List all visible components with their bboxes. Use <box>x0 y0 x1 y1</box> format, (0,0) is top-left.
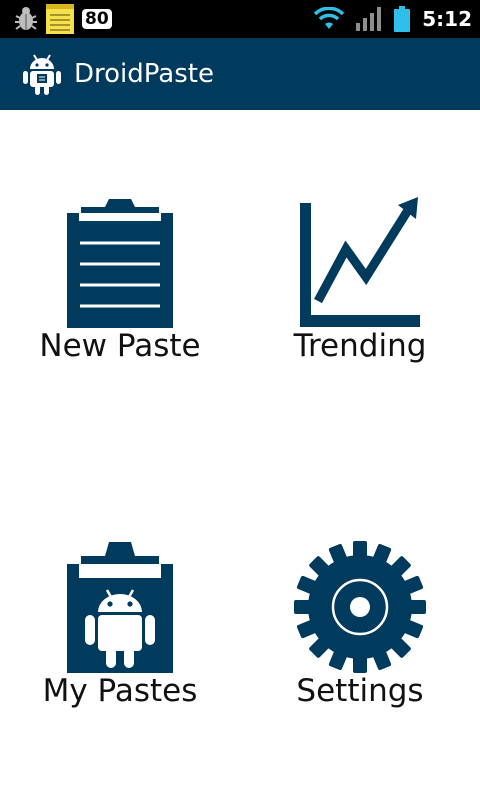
signal-icon <box>356 7 382 31</box>
action-bar: DroidPaste <box>0 38 480 110</box>
clipboard-icon <box>67 199 173 328</box>
status-bar: 80 5:12 <box>0 0 480 38</box>
my-pastes-tile[interactable]: My Pastes <box>20 535 220 735</box>
new-paste-tile[interactable]: New Paste <box>20 190 220 390</box>
new-paste-label: New Paste <box>39 328 201 364</box>
trending-chart-icon <box>300 197 420 327</box>
status-time: 5:12 <box>422 7 472 31</box>
android-clipboard-icon <box>67 542 173 673</box>
battery-icon <box>394 6 411 32</box>
wifi-icon <box>314 7 345 29</box>
app-title: DroidPaste <box>74 59 214 89</box>
trending-label: Trending <box>293 328 427 364</box>
notes-icon <box>46 4 74 34</box>
my-pastes-label: My Pastes <box>42 673 198 709</box>
trending-tile[interactable]: Trending <box>260 190 460 390</box>
settings-label: Settings <box>296 673 424 709</box>
notification-count-badge: 80 <box>82 9 112 29</box>
status-bar-notifications: 80 <box>14 4 112 34</box>
bug-icon <box>15 7 37 30</box>
android-icon[interactable] <box>22 53 62 95</box>
settings-tile[interactable]: Settings <box>260 535 460 735</box>
gear-icon <box>294 541 426 673</box>
status-bar-system: 5:12 <box>314 4 472 34</box>
